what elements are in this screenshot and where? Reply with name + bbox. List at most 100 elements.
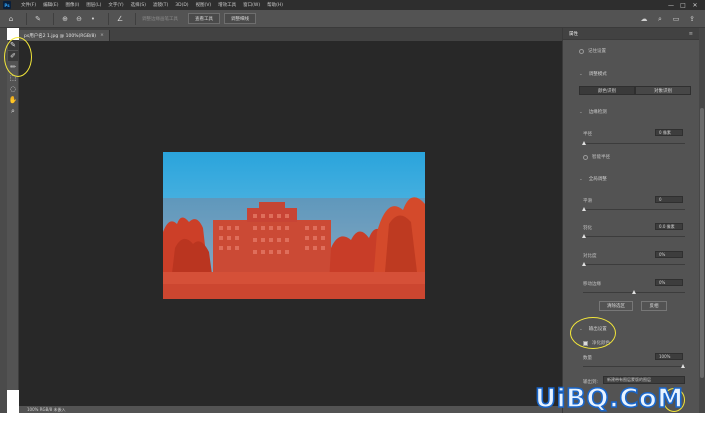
remember-settings-radio[interactable] <box>579 48 584 54</box>
scrollbar-thumb[interactable] <box>700 108 704 378</box>
contrast-slider-track[interactable] <box>583 264 685 265</box>
output-settings-title: 输出设置 <box>588 327 607 332</box>
lasso-tool-icon[interactable]: ◌ <box>8 84 18 94</box>
remember-settings-label: 记住设置 <box>588 49 606 54</box>
decontaminate-label: 净化颜色 <box>592 341 610 346</box>
site-watermark: UiBQ.CoM <box>534 383 684 415</box>
smooth-field[interactable]: 0 <box>655 196 683 203</box>
color-aware-button[interactable]: 颜色识别 <box>579 86 635 95</box>
radius-field[interactable]: 0 像素 <box>655 129 683 136</box>
section-edge-detection[interactable]: ⌄ 边缘检测 <box>563 109 700 116</box>
photoshop-logo: Ps <box>3 1 11 9</box>
options-bar: ⌂ ✎ ⊕ ⊖ • ∠ 调整边缘画笔工具 查看工具 调整细线 ☁ ⌕ ▭ ⇪ <box>0 10 705 28</box>
brush-subtract-icon[interactable]: ⊖ <box>74 14 84 24</box>
brush-tool-icon[interactable]: ✏ <box>8 62 18 72</box>
radius-slider-track[interactable] <box>583 143 685 144</box>
refine-edge-brush-icon[interactable]: ✐ <box>8 51 18 61</box>
invert-button[interactable]: 反相 <box>641 301 667 311</box>
menu-window[interactable]: 窗口(W) <box>243 2 260 8</box>
smooth-slider-track[interactable] <box>583 209 685 210</box>
edge-detection-title: 边缘检测 <box>588 110 607 115</box>
section-refine-mode[interactable]: ⌄ 调整模式 <box>563 71 700 78</box>
menu-filter[interactable]: 滤镜(T) <box>153 2 168 8</box>
panel-menu-icon[interactable]: ≡ <box>689 31 693 37</box>
chevron-down-icon[interactable]: ⌄ <box>579 72 583 77</box>
refine-mode-title: 调整模式 <box>588 72 607 77</box>
smooth-slider-knob[interactable] <box>582 207 586 211</box>
menu-select[interactable]: 选择(S) <box>131 2 146 8</box>
options-right-icons: ☁ ⌕ ▭ ⇪ <box>635 14 699 24</box>
amount-slider-knob[interactable] <box>681 364 685 368</box>
amount-field[interactable]: 100% <box>655 353 683 360</box>
divider <box>135 12 136 25</box>
menu-view[interactable]: 视图(V) <box>196 2 212 8</box>
contrast-field[interactable]: 0% <box>655 251 683 258</box>
document-tab-label: ps用户名2 1.jpg @ 100%(RGB/8) <box>24 33 97 39</box>
building-photo-overlay <box>163 152 425 299</box>
workspace-icon[interactable]: ▭ <box>671 14 681 24</box>
clear-selection-button[interactable]: 清除选区 <box>599 301 633 311</box>
smooth-label: 平滑 <box>583 199 592 204</box>
document-tab[interactable]: ps用户名2 1.jpg @ 100%(RGB/8) × <box>19 30 110 41</box>
shift-edge-field[interactable]: 0% <box>655 279 683 286</box>
minimize-button[interactable]: — <box>665 1 677 9</box>
shift-edge-label: 移动边缘 <box>583 282 601 287</box>
menu-image[interactable]: 图像(I) <box>65 2 79 8</box>
smart-radius-radio[interactable] <box>583 154 588 160</box>
contrast-label: 对比度 <box>583 254 597 259</box>
canvas-area[interactable] <box>19 41 562 406</box>
brush-size-icon[interactable]: • <box>88 14 98 24</box>
contrast-slider-knob[interactable] <box>582 262 586 266</box>
home-icon[interactable]: ⌂ <box>6 14 16 24</box>
window-controls: — □ ✕ <box>665 1 701 9</box>
cloud-icon[interactable]: ☁ <box>639 14 649 24</box>
zoom-tool-icon[interactable]: ⌕ <box>8 106 18 116</box>
share-icon[interactable]: ⇪ <box>687 14 697 24</box>
section-global-refinements[interactable]: ⌄ 全局调整 <box>563 176 700 183</box>
radius-slider-knob[interactable] <box>582 141 586 145</box>
refine-brush-icon[interactable]: ✎ <box>33 14 43 24</box>
amount-label: 数量 <box>583 356 592 361</box>
properties-header: 属性 ≡ <box>563 28 699 40</box>
chevron-down-icon[interactable]: ⌄ <box>579 177 583 182</box>
document-image[interactable] <box>163 152 425 299</box>
chevron-down-icon[interactable]: ⌄ <box>579 110 583 115</box>
close-window-button[interactable]: ✕ <box>689 1 701 9</box>
close-tab-icon[interactable]: × <box>100 33 104 38</box>
feather-field[interactable]: 0.0 像素 <box>655 223 683 230</box>
menu-help[interactable]: 帮助(H) <box>267 2 283 8</box>
menu-type[interactable]: 文字(Y) <box>108 2 123 8</box>
feather-slider-track[interactable] <box>583 236 685 237</box>
brush-add-icon[interactable]: ⊕ <box>60 14 70 24</box>
quick-selection-tool-icon[interactable]: ✎ <box>8 40 18 50</box>
maximize-button[interactable]: □ <box>677 1 689 9</box>
divider <box>53 12 54 25</box>
global-refinements-title: 全局调整 <box>588 177 607 182</box>
view-tool-button[interactable]: 查看工具 <box>188 13 220 24</box>
hand-tool-icon[interactable]: ✋ <box>8 95 18 105</box>
object-selection-icon[interactable]: ⬚ <box>8 73 18 83</box>
search-icon[interactable]: ⌕ <box>655 14 665 24</box>
smart-radius-label: 智能半径 <box>592 155 610 160</box>
shift-edge-slider-knob[interactable] <box>632 290 636 294</box>
decontaminate-row[interactable]: 净化颜色 <box>563 340 700 346</box>
divider <box>26 12 27 25</box>
decontaminate-checkbox[interactable] <box>583 340 588 346</box>
remember-settings-row[interactable]: 记住设置 <box>563 48 700 54</box>
menu-edit[interactable]: 编辑(E) <box>43 2 58 8</box>
menu-3d[interactable]: 3D(D) <box>175 3 188 8</box>
object-aware-button[interactable]: 对象识别 <box>635 86 691 95</box>
menu-file[interactable]: 文件(F) <box>21 2 36 8</box>
smart-radius-row[interactable]: 智能半径 <box>563 154 700 160</box>
menu-layer[interactable]: 图层(L) <box>86 2 101 8</box>
angle-icon[interactable]: ∠ <box>115 14 125 24</box>
feather-slider-knob[interactable] <box>582 234 586 238</box>
chevron-down-icon[interactable]: ⌄ <box>579 327 583 332</box>
section-output-settings[interactable]: ⌄ 输出设置 <box>563 326 700 333</box>
refine-hair-button[interactable]: 调整细线 <box>224 13 256 24</box>
properties-tab[interactable]: 属性 <box>569 31 578 37</box>
sample-all-layers-text[interactable]: 调整边缘画笔工具 <box>142 16 178 22</box>
amount-slider-track[interactable] <box>583 366 685 367</box>
panel-scrollbar[interactable] <box>699 28 705 413</box>
menu-plugins[interactable]: 增效工具 <box>218 2 236 8</box>
